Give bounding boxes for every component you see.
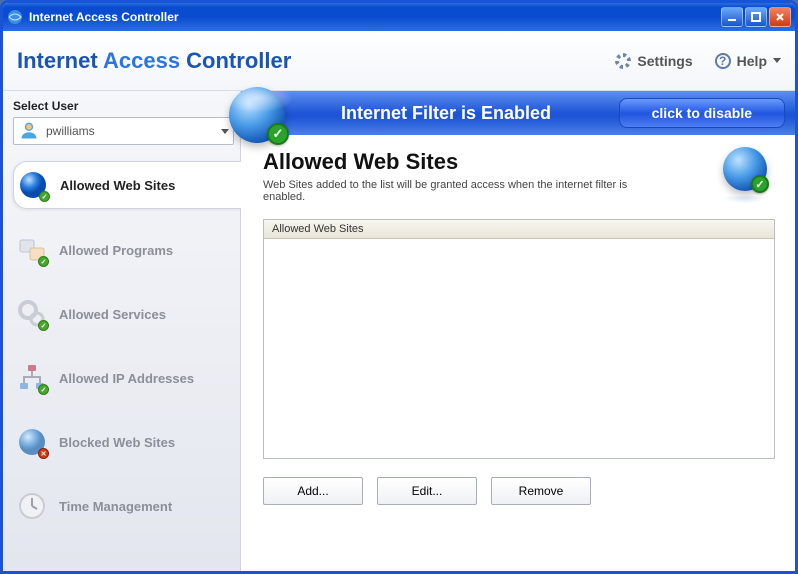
section-description: Web Sites added to the list will be gran… (263, 179, 663, 203)
network-icon: ✓ (17, 363, 47, 393)
sidebar-item-label: Allowed Services (59, 307, 166, 322)
section-title: Allowed Web Sites (263, 149, 775, 175)
services-icon: ✓ (17, 299, 47, 329)
globe-icon: ✓ (18, 170, 48, 200)
sidebar-item-label: Allowed Web Sites (60, 178, 175, 193)
sidebar: Select User pwilliams (3, 91, 241, 571)
list-header-row[interactable]: Allowed Web Sites (264, 220, 774, 239)
chevron-down-icon (221, 129, 229, 134)
sidebar-item-allowed-services[interactable]: ✓ Allowed Services (13, 291, 234, 337)
window-title: Internet Access Controller (29, 10, 721, 24)
title-bar[interactable]: Internet Access Controller (3, 3, 795, 31)
globe-blocked-icon: ✕ (17, 427, 47, 457)
app-icon (7, 9, 23, 25)
disable-filter-button[interactable]: click to disable (619, 98, 785, 128)
sidebar-item-time-management[interactable]: Time Management (13, 483, 234, 529)
allowed-sites-list[interactable]: Allowed Web Sites (263, 219, 775, 459)
sidebar-item-label: Allowed Programs (59, 243, 173, 258)
x-icon: ✕ (38, 448, 49, 459)
sidebar-item-label: Allowed IP Addresses (59, 371, 194, 386)
add-button[interactable]: Add... (263, 477, 363, 505)
clock-icon (17, 491, 47, 521)
sidebar-item-allowed-programs[interactable]: ✓ Allowed Programs (13, 227, 234, 273)
check-icon: ✓ (38, 384, 49, 395)
content-panel: ✓ Allowed Web Sites Web Sites added to t… (241, 91, 795, 571)
list-column-spacer (736, 223, 766, 235)
user-icon (18, 121, 40, 141)
status-text: Internet Filter is Enabled (301, 103, 619, 124)
close-button[interactable] (769, 7, 791, 27)
list-column-header: Allowed Web Sites (272, 223, 736, 235)
help-button[interactable]: ? Help (715, 53, 781, 69)
chevron-down-icon (773, 58, 781, 63)
programs-icon: ✓ (17, 235, 47, 265)
check-icon: ✓ (38, 256, 49, 267)
sidebar-item-label: Time Management (59, 499, 172, 514)
sidebar-nav: ✓ Allowed Web Sites ✓ Allowed Programs (13, 159, 234, 529)
check-icon: ✓ (751, 175, 769, 193)
select-user-label: Select User (13, 99, 234, 113)
sidebar-item-allowed-ip-addresses[interactable]: ✓ Allowed IP Addresses (13, 355, 234, 401)
sidebar-item-allowed-web-sites[interactable]: ✓ Allowed Web Sites (13, 161, 241, 209)
edit-button[interactable]: Edit... (377, 477, 477, 505)
remove-button[interactable]: Remove (491, 477, 591, 505)
help-icon: ? (715, 53, 731, 69)
app-title: Internet Access Controller (17, 48, 291, 74)
minimize-button[interactable] (721, 7, 743, 27)
check-icon: ✓ (38, 320, 49, 331)
section-globe-icon: ✓ (723, 147, 775, 199)
status-banner: Internet Filter is Enabled click to disa… (241, 91, 795, 135)
maximize-button[interactable] (745, 7, 767, 27)
check-icon: ✓ (39, 191, 50, 202)
settings-label: Settings (637, 53, 692, 69)
app-window: Internet Access Controller Internet Acce… (0, 0, 798, 574)
user-select[interactable]: pwilliams (13, 117, 234, 145)
settings-icon (615, 53, 631, 69)
help-label: Help (737, 53, 767, 69)
sidebar-item-label: Blocked Web Sites (59, 435, 175, 450)
sidebar-item-blocked-web-sites[interactable]: ✕ Blocked Web Sites (13, 419, 234, 465)
settings-button[interactable]: Settings (615, 53, 692, 69)
selected-user: pwilliams (46, 124, 215, 138)
header: Internet Access Controller Settings ? He… (3, 31, 795, 91)
